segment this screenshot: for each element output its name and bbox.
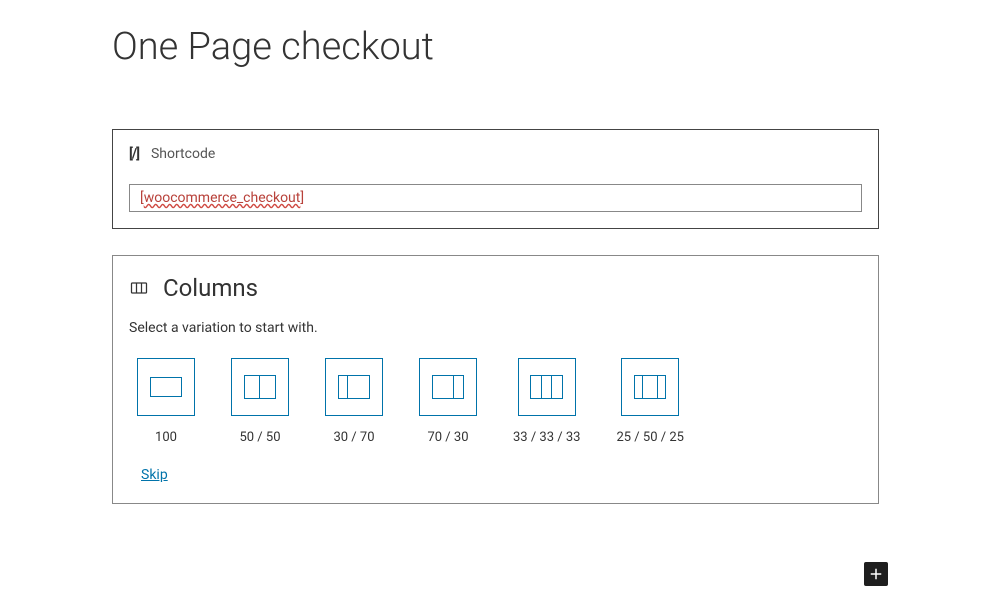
variations-list: 100 50 / 50 30 / 70: [137, 358, 862, 445]
col: [552, 376, 562, 398]
variation-box: [621, 358, 679, 416]
col: [635, 376, 643, 398]
variation-box: [231, 358, 289, 416]
variation-inner: [150, 377, 182, 397]
variation-box: [419, 358, 477, 416]
skip-link[interactable]: Skip: [141, 467, 168, 483]
col: [433, 376, 454, 398]
variation-25-50-25[interactable]: 25 / 50 / 25: [616, 358, 683, 445]
variation-label: 70 / 30: [427, 430, 468, 445]
shortcode-icon: [/]: [129, 146, 139, 162]
columns-icon: [129, 278, 149, 298]
plus-icon: [867, 565, 885, 583]
col: [260, 376, 275, 398]
shortcode-label: Shortcode: [151, 146, 215, 162]
variation-50-50[interactable]: 50 / 50: [231, 358, 289, 445]
variation-30-70[interactable]: 30 / 70: [325, 358, 383, 445]
col: [531, 376, 541, 398]
shortcode-input[interactable]: [woocommerce_checkout]: [129, 184, 862, 212]
col: [339, 376, 348, 398]
variation-box: [518, 358, 576, 416]
variation-inner: [530, 375, 563, 399]
variation-inner: [338, 375, 370, 399]
col: [658, 376, 665, 398]
variation-inner: [432, 375, 464, 399]
variation-box: [137, 358, 195, 416]
shortcode-value: woocommerce_checkout: [144, 190, 301, 206]
variation-33-33-33[interactable]: 33 / 33 / 33: [513, 358, 580, 445]
columns-title: Columns: [163, 274, 258, 302]
columns-block: Columns Select a variation to start with…: [112, 255, 879, 504]
columns-description: Select a variation to start with.: [129, 320, 862, 336]
columns-header: Columns: [129, 274, 862, 302]
variation-box: [325, 358, 383, 416]
page-title: One Page checkout: [112, 25, 879, 69]
variation-label: 33 / 33 / 33: [513, 430, 580, 445]
variation-100[interactable]: 100: [137, 358, 195, 445]
add-block-button[interactable]: [864, 562, 888, 586]
col: [245, 376, 260, 398]
variation-label: 50 / 50: [239, 430, 280, 445]
variation-70-30[interactable]: 70 / 30: [419, 358, 477, 445]
variation-label: 25 / 50 / 25: [616, 430, 683, 445]
variation-inner: [244, 375, 276, 399]
shortcode-block: [/] Shortcode [woocommerce_checkout]: [112, 129, 879, 229]
shortcode-header: [/] Shortcode: [129, 146, 862, 162]
col: [454, 376, 463, 398]
col: [348, 376, 369, 398]
variation-label: 100: [155, 430, 177, 445]
variation-inner: [634, 375, 666, 399]
col: [643, 376, 658, 398]
variation-label: 30 / 70: [333, 430, 374, 445]
col: [542, 376, 552, 398]
